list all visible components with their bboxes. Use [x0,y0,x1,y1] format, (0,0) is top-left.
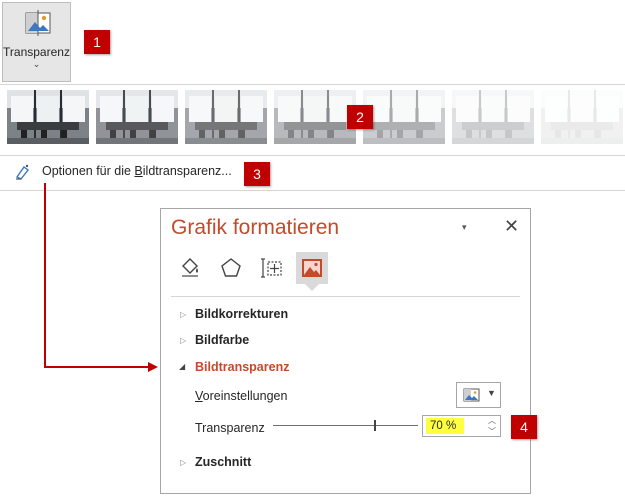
tab-pointer [305,284,319,291]
picture-transparency-icon [463,388,480,402]
presets-label: Voreinstellungen [195,389,288,403]
ribbon-divider [0,84,625,85]
meeting-room-image [7,90,89,144]
transparency-preset-thumbnail[interactable] [452,90,534,144]
pane-title: Grafik formatieren [171,216,340,239]
callout-badge-1: 1 [84,30,110,54]
meeting-room-image [363,90,445,144]
section-picture-corrections[interactable]: Bildkorrekturen [195,307,288,321]
transparency-button[interactable]: Transparenz ⌄ [2,2,71,82]
section-crop[interactable]: Zuschnitt [195,455,251,469]
transparency-options-icon [15,164,29,180]
expand-arrow-icon[interactable]: ▷ [180,310,186,319]
transparency-preset-thumbnail[interactable] [185,90,267,144]
format-picture-pane [160,208,531,494]
spin-up-icon[interactable]: ︿ [488,415,496,426]
meeting-room-image [541,90,623,144]
transparency-slider-track[interactable] [273,425,418,426]
meeting-room-image [274,90,356,144]
options-divider [0,190,625,191]
transparency-preset-thumbnail[interactable] [96,90,178,144]
transparency-preset-thumbnail[interactable] [274,90,356,144]
collapse-arrow-icon[interactable]: ◢ [179,362,185,371]
meeting-room-image [452,90,534,144]
transparency-slider-label: Transparenz [195,421,265,435]
effects-icon[interactable] [219,256,243,280]
section-picture-color[interactable]: Bildfarbe [195,333,249,347]
picture-transparency-icon [25,10,51,36]
section-picture-transparency[interactable]: Bildtransparenz [195,360,289,374]
gallery-divider [0,155,625,156]
chevron-down-icon: ⌄ [32,59,41,69]
transparency-slider-thumb[interactable] [373,420,376,431]
spin-down-icon[interactable]: ﹀ [488,426,496,437]
meeting-room-image [96,90,178,144]
transparency-preset-thumbnail[interactable] [7,90,89,144]
transparency-value-input[interactable]: 70 % [426,418,464,434]
pane-tab-divider [171,296,520,297]
callout-badge-3: 3 [244,162,270,186]
size-properties-icon[interactable] [260,256,284,280]
close-icon[interactable]: ✕ [504,216,519,237]
callout-badge-4: 4 [511,415,537,439]
fill-line-icon[interactable] [178,256,202,280]
transparency-options-link[interactable]: Optionen für die Bildtransparenz... [42,164,232,178]
presets-dropdown-button[interactable]: ▼ [456,382,501,408]
transparency-preset-thumbnail[interactable] [363,90,445,144]
meeting-room-image [185,90,267,144]
transparency-preset-thumbnail[interactable] [541,90,623,144]
expand-arrow-icon[interactable]: ▷ [180,336,186,345]
picture-icon[interactable] [300,256,324,280]
pane-options-dropdown-icon[interactable]: ▾ [462,222,467,233]
expand-arrow-icon[interactable]: ▷ [180,458,186,467]
transparency-button-label: Transparenz [3,45,70,59]
callout-badge-2: 2 [347,105,373,129]
chevron-down-icon: ▼ [487,388,496,398]
